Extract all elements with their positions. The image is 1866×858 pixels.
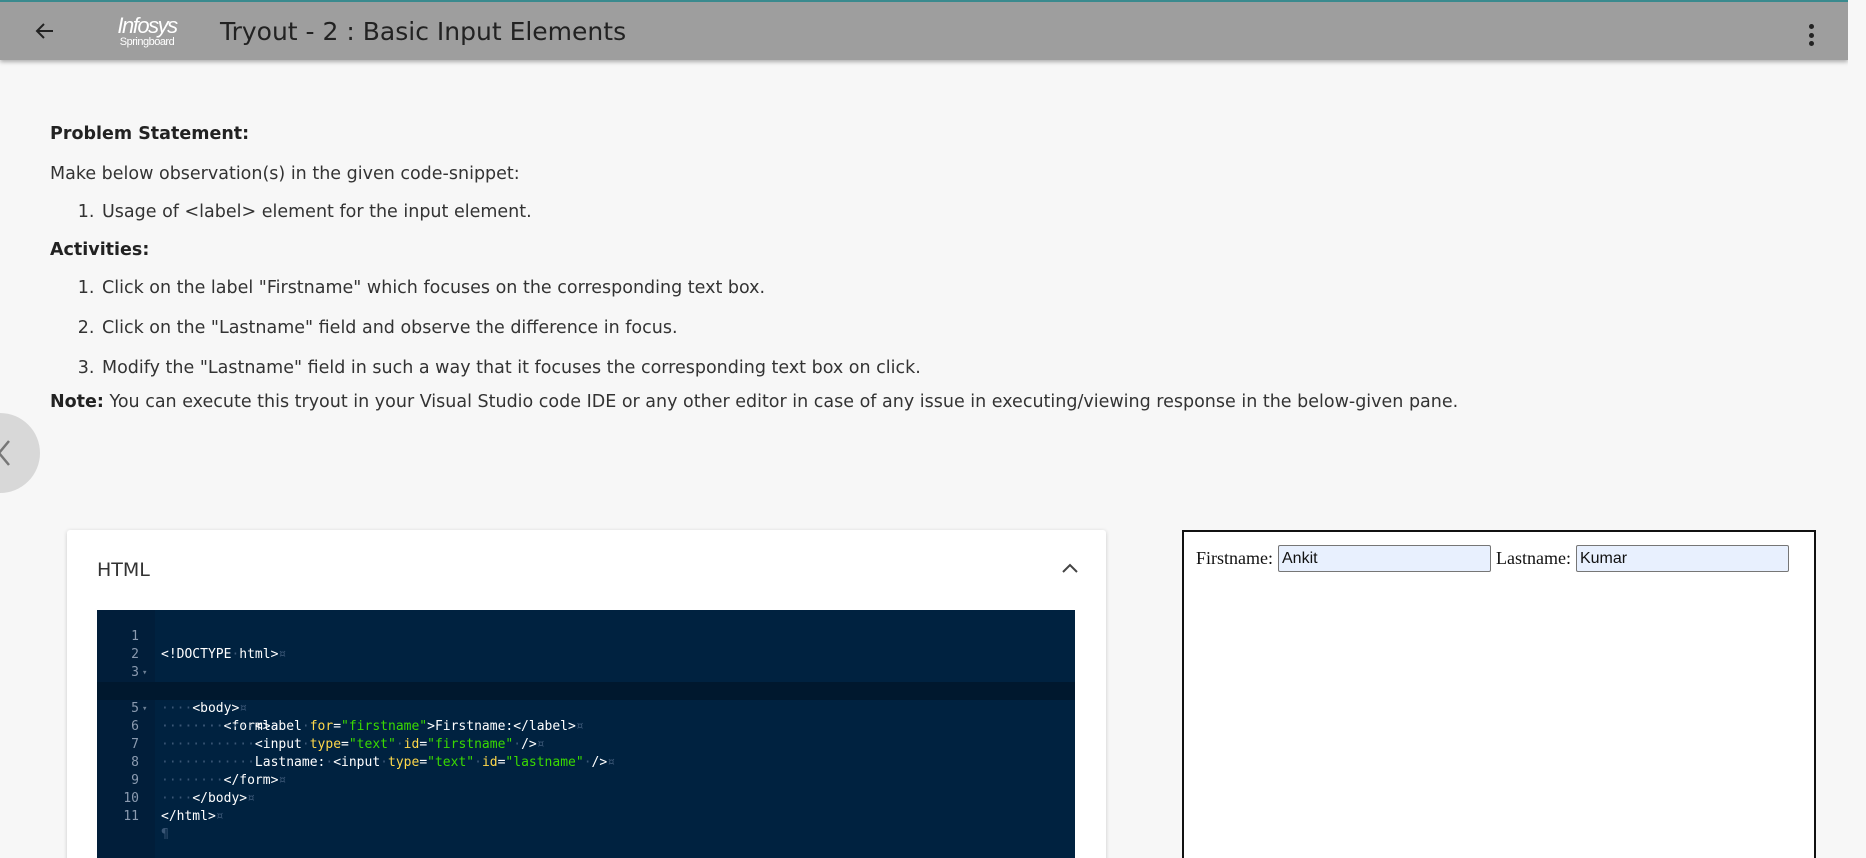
code-line: 3 ▾ ····<body>¤ (97, 646, 1075, 716)
right-gutter (1848, 0, 1866, 858)
html-editor-card: HTML 1 <!DOCTYPE·html>¤ 2 ▾ <html>¤ 3 ▾ … (67, 530, 1106, 858)
card-title: HTML (97, 559, 150, 581)
logo-text-sub: Springboard (119, 35, 175, 48)
firstname-input[interactable] (1278, 545, 1491, 572)
arrow-left-icon (35, 23, 53, 39)
side-panel-toggle[interactable] (0, 413, 40, 493)
kebab-dot-icon (1808, 32, 1814, 38)
preview-form: Firstname: Lastname: (1196, 545, 1794, 572)
problem-content: Problem Statement: Make below observatio… (50, 122, 1810, 414)
note-paragraph: Note: You can execute this tryout in you… (50, 390, 1810, 414)
problem-intro: Make below observation(s) in the given c… (50, 164, 520, 184)
code-line: 8 ········</form>¤ (97, 736, 1075, 788)
code-line: 10 </html>¤ (97, 772, 1075, 824)
lastname-input[interactable] (1575, 545, 1789, 572)
firstname-label[interactable]: Firstname: (1196, 548, 1273, 569)
chevron-left-icon (0, 440, 10, 466)
output-preview-pane: Firstname: Lastname: (1182, 530, 1816, 858)
code-line: 4 ▾ ········<form>¤ (97, 664, 1075, 734)
top-app-bar: Infosys Springboard Tryout - 2 : Basic I… (0, 0, 1848, 60)
code-line: 1 <!DOCTYPE·html>¤ (97, 610, 1075, 662)
more-options-button[interactable] (1808, 24, 1814, 46)
list-item: Click on the label "Firstname" which foc… (100, 276, 1810, 300)
page-title: Tryout - 2 : Basic Input Elements (220, 16, 627, 46)
observations-list: Usage of <label> element for the input e… (80, 200, 1810, 224)
code-line: 7 ············Lastname:·<input·type="tex… (97, 718, 1075, 770)
activities-list: Click on the label "Firstname" which foc… (80, 276, 1810, 380)
list-item: Click on the "Lastname" field and observ… (100, 316, 1810, 340)
note-label: Note: (50, 392, 104, 412)
code-line-active: 5 ············<label·for="firstname">Fir… (97, 682, 1075, 734)
line-number: 11 (123, 809, 139, 824)
code-line: 2 ▾ <html>¤ (97, 628, 1075, 698)
kebab-dot-icon (1808, 41, 1814, 46)
activities-heading: Activities: (50, 240, 150, 260)
list-item: Modify the "Lastname" field in such a wa… (100, 356, 1810, 380)
back-button[interactable] (30, 16, 60, 46)
logo-text-main: Infosys (117, 12, 178, 38)
lastname-label: Lastname: (1496, 548, 1571, 568)
code-line: 11 ¶ (97, 790, 1075, 842)
list-item: Usage of <label> element for the input e… (100, 200, 1810, 224)
code-editor[interactable]: 1 <!DOCTYPE·html>¤ 2 ▾ <html>¤ 3 ▾ ····<… (97, 610, 1075, 858)
kebab-dot-icon (1808, 24, 1814, 29)
chevron-up-icon[interactable] (1060, 558, 1080, 578)
code-line: 6 ············<input·type="text"·id="fir… (97, 700, 1075, 752)
code-line: 9 ····</body>¤ (97, 754, 1075, 806)
note-text: You can execute this tryout in your Visu… (103, 392, 1459, 412)
problem-statement-heading: Problem Statement: (50, 124, 250, 144)
infosys-springboard-logo[interactable]: Infosys Springboard (112, 12, 182, 48)
html-card-header[interactable]: HTML (67, 530, 1106, 610)
